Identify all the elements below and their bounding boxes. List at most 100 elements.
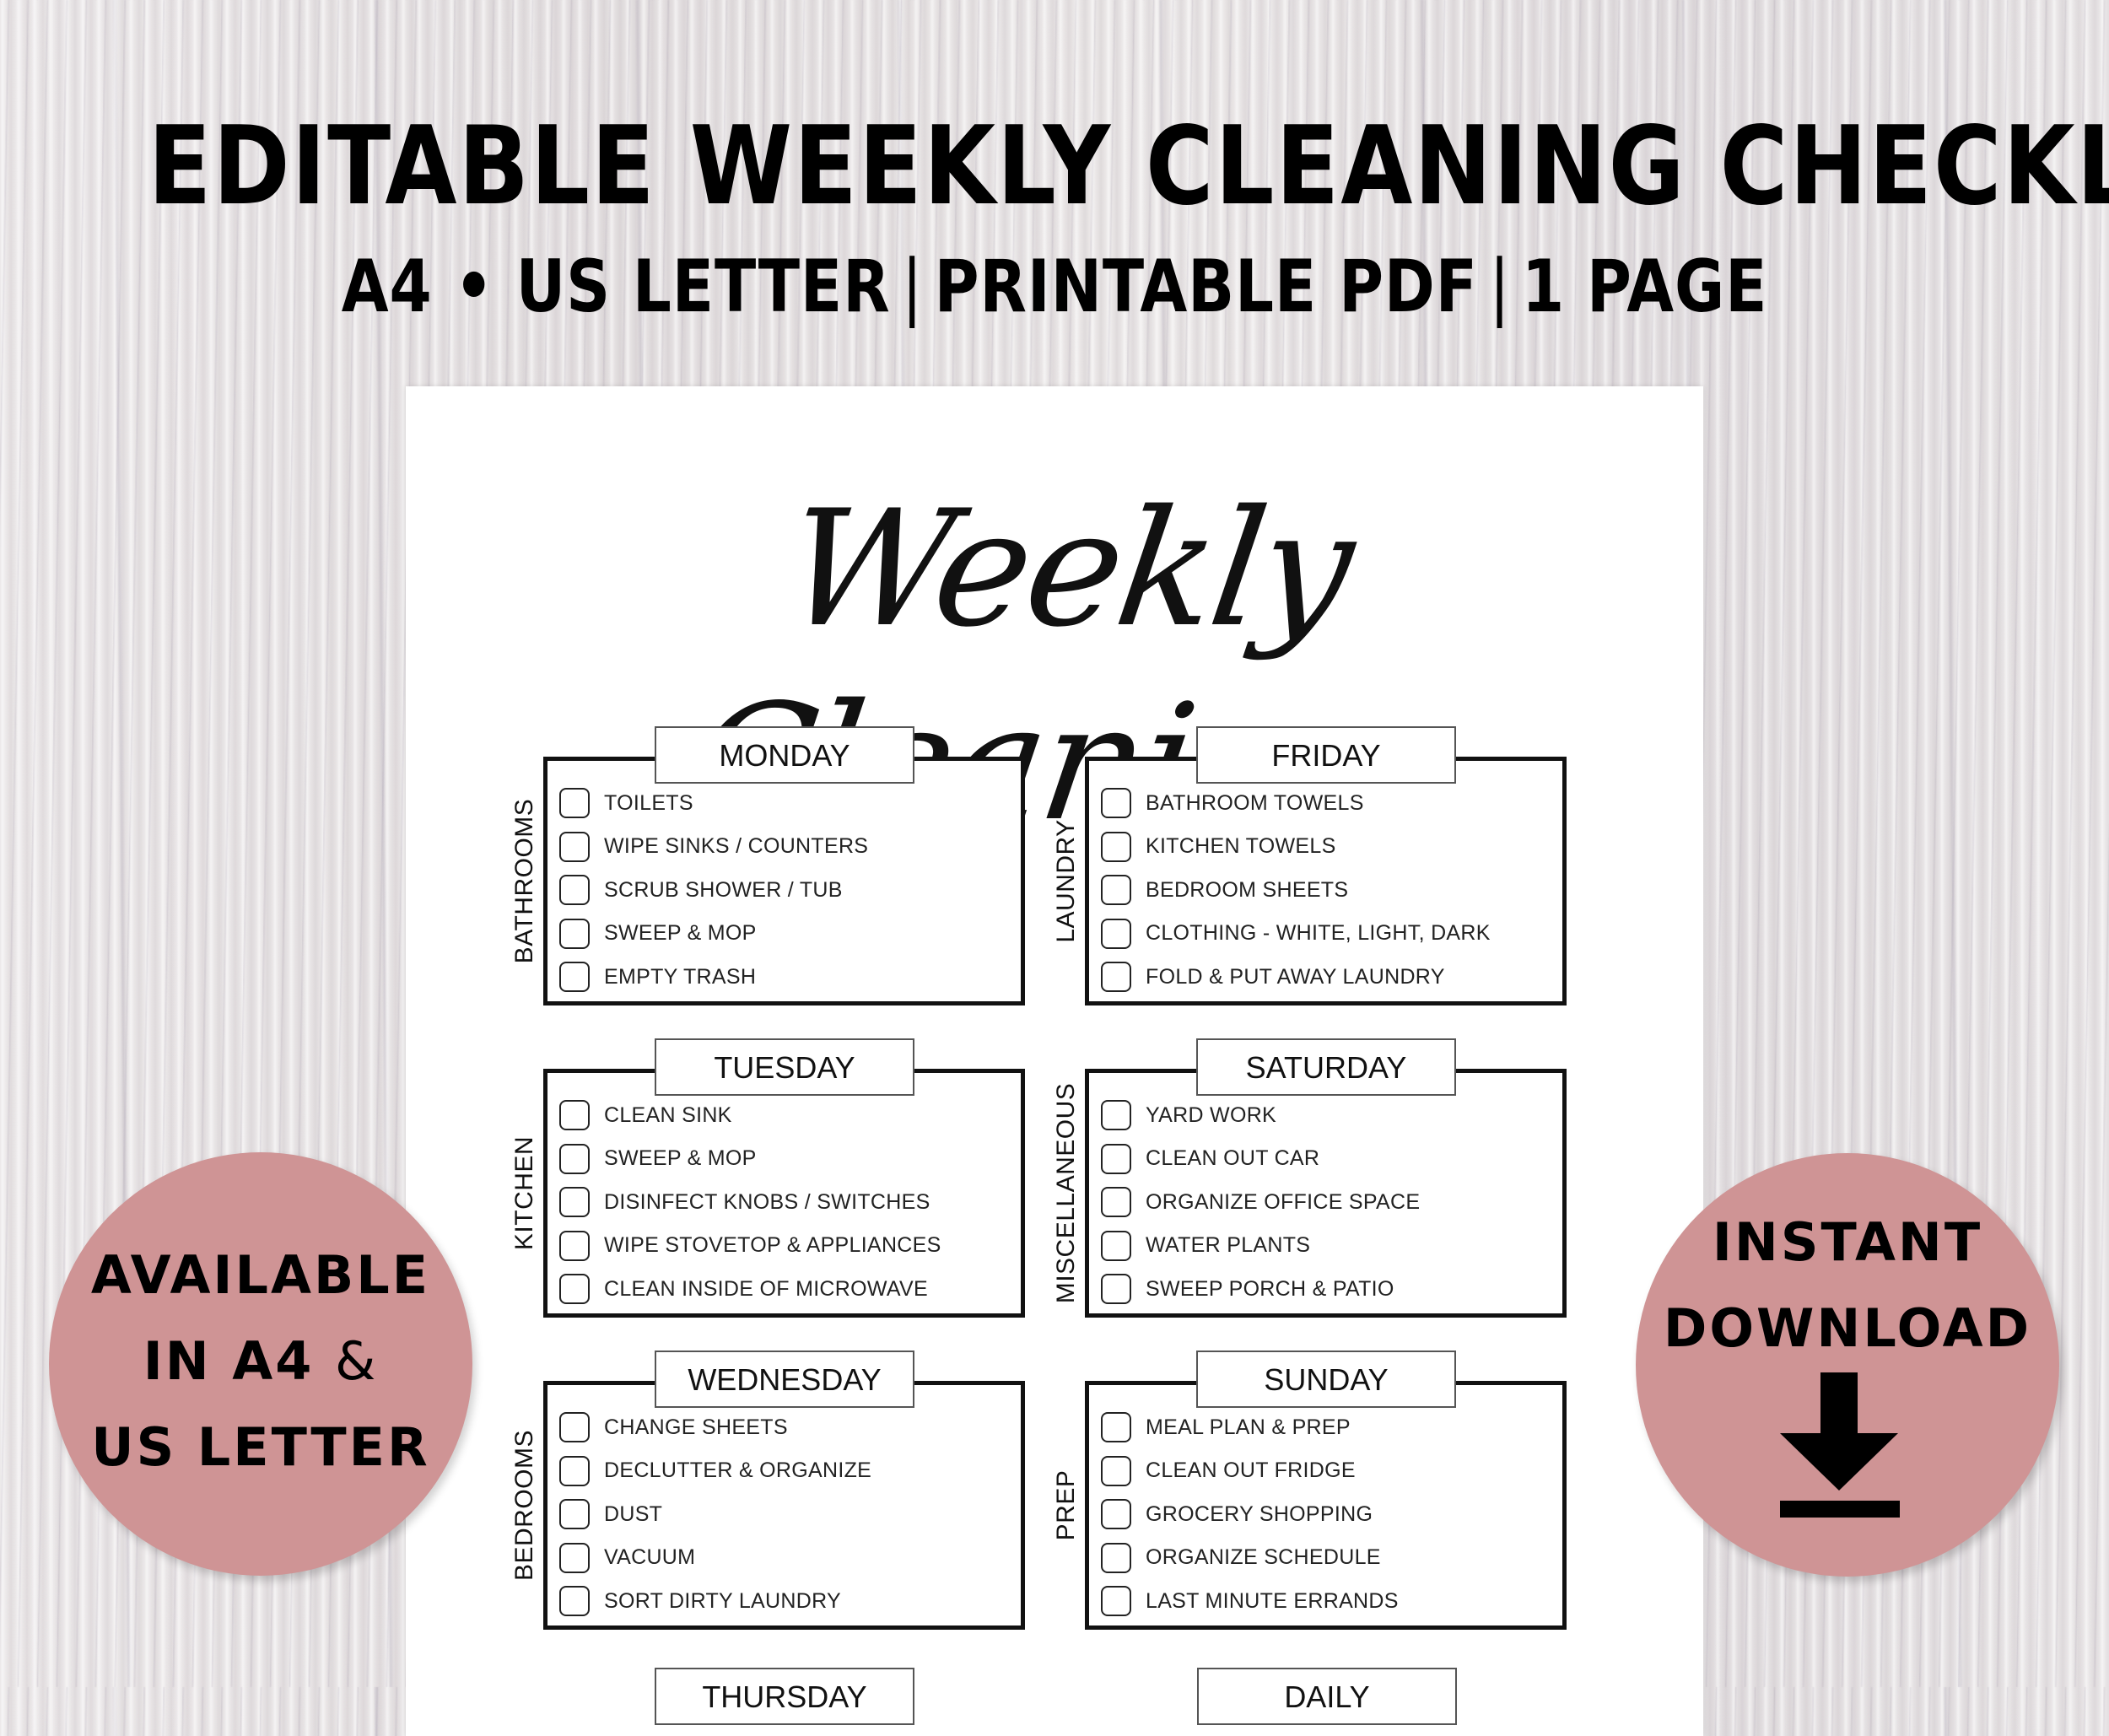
task-checkbox[interactable] [1101,875,1131,905]
task-checkbox[interactable] [1101,788,1131,818]
task-label: SWEEP & MOP [604,1146,757,1170]
task-checkbox[interactable] [1101,1187,1131,1217]
section-label: LAUNDRY [1052,819,1080,943]
badge-line: AVAILABLE [90,1244,431,1306]
task-item: WIPE SINKS / COUNTERS [559,830,868,864]
available-sizes-badge: AVAILABLE IN A4 & US LETTER [49,1152,472,1576]
task-label: SCRUB SHOWER / TUB [604,877,843,902]
task-checkbox[interactable] [559,875,590,905]
banner-subline: A4 • US LETTER | PRINTABLE PDF | 1 PAGE [169,245,1940,329]
task-item: VACUUM [559,1541,695,1575]
task-checkbox[interactable] [1101,1100,1131,1130]
task-item: KITCHEN TOWELS [1101,830,1336,864]
task-item: WATER PLANTS [1101,1229,1310,1263]
task-label: BATHROOM TOWELS [1146,790,1364,815]
task-checkbox[interactable] [559,1412,590,1442]
subline-separator: | [901,245,924,329]
task-item: FOLD & PUT AWAY LAUNDRY [1101,960,1445,994]
section-label: PREP [1052,1469,1080,1541]
task-checkbox[interactable] [1101,1230,1131,1261]
task-checkbox[interactable] [1101,1143,1131,1174]
day-tab-tuesday: TUESDAY [655,1038,914,1096]
task-checkbox[interactable] [1101,831,1131,862]
task-checkbox[interactable] [1101,918,1131,949]
task-item: BEDROOM SHEETS [1101,873,1348,907]
task-label: CLOTHING - WHITE, LIGHT, DARK [1146,921,1491,945]
task-checkbox[interactable] [559,1230,590,1261]
task-label: WATER PLANTS [1146,1233,1311,1257]
section-label: BEDROOMS [510,1429,538,1582]
badge-line: US LETTER [91,1416,430,1478]
task-checkbox[interactable] [1101,1274,1131,1304]
task-checkbox[interactable] [1101,1455,1131,1486]
task-checkbox[interactable] [559,831,590,862]
task-label: CLEAN OUT CAR [1146,1146,1320,1170]
task-checkbox[interactable] [559,1586,590,1616]
subline-format: PRINTABLE PDF [934,245,1478,329]
task-checkbox[interactable] [559,1274,590,1304]
task-item: SORT DIRTY LAUNDRY [559,1584,841,1618]
day-tab-friday: FRIDAY [1196,726,1456,784]
section-label: KITCHEN [510,1135,538,1251]
task-item: MEAL PLAN & PREP [1101,1410,1351,1444]
task-checkbox[interactable] [559,1542,590,1573]
task-checkbox[interactable] [559,788,590,818]
task-item: SWEEP & MOP [559,917,757,951]
task-label: WIPE SINKS / COUNTERS [604,834,869,858]
task-item: YARD WORK [1101,1098,1276,1132]
task-label: CLEAN SINK [604,1103,732,1127]
task-checkbox[interactable] [1101,1586,1131,1616]
task-checkbox[interactable] [559,1455,590,1486]
day-tab-daily: DAILY [1197,1668,1457,1725]
task-label: VACUUM [604,1545,696,1569]
day-tab-wednesday: WEDNESDAY [655,1351,914,1408]
badge-line: DOWNLOAD [1663,1297,2032,1359]
task-item: CHANGE SHEETS [559,1410,788,1444]
task-label: TOILETS [604,790,693,815]
task-checkbox[interactable] [559,1187,590,1217]
task-item: SCRUB SHOWER / TUB [559,873,843,907]
task-item: ORGANIZE OFFICE SPACE [1101,1185,1420,1219]
day-name: SUNDAY [1264,1362,1389,1397]
badge-line: IN A4 & [143,1330,379,1392]
task-label: SORT DIRTY LAUNDRY [604,1588,841,1613]
task-checkbox[interactable] [559,1100,590,1130]
task-item: CLOTHING - WHITE, LIGHT, DARK [1101,917,1491,951]
banner-headline: EDITABLE WEEKLY CLEANING CHECKLIST [148,104,2109,229]
task-label: WIPE STOVETOP & APPLIANCES [604,1233,941,1257]
day-name: WEDNESDAY [688,1362,882,1397]
task-checkbox[interactable] [559,1143,590,1174]
day-name: TUESDAY [714,1050,855,1085]
task-label: BEDROOM SHEETS [1146,877,1349,902]
task-item: WIPE STOVETOP & APPLIANCES [559,1229,941,1263]
day-tab-monday: MONDAY [655,726,914,784]
section-label: BATHROOMS [510,798,538,964]
instant-download-badge: INSTANT DOWNLOAD [1636,1153,2059,1577]
task-label: GROCERY SHOPPING [1146,1501,1373,1526]
day-name: SATURDAY [1245,1050,1407,1085]
task-label: DUST [604,1501,663,1526]
task-checkbox[interactable] [559,1499,590,1529]
task-label: CLEAN OUT FRIDGE [1146,1458,1356,1482]
task-item: CLEAN SINK [559,1098,732,1132]
task-checkbox[interactable] [1101,962,1131,992]
task-checkbox[interactable] [559,918,590,949]
task-checkbox[interactable] [1101,1412,1131,1442]
task-item: SWEEP PORCH & PATIO [1101,1272,1394,1306]
task-checkbox[interactable] [1101,1542,1131,1573]
day-name: FRIDAY [1271,738,1381,773]
task-label: CLEAN INSIDE OF MICROWAVE [604,1276,928,1301]
task-checkbox[interactable] [559,962,590,992]
task-label: DECLUTTER & ORGANIZE [604,1458,872,1482]
task-label: KITCHEN TOWELS [1146,834,1336,858]
section-label: MISCELLANEOUS [1052,1082,1080,1304]
task-label: SWEEP PORCH & PATIO [1146,1276,1394,1301]
task-item: SWEEP & MOP [559,1142,757,1176]
day-name: MONDAY [719,738,850,773]
task-item: CLEAN INSIDE OF MICROWAVE [559,1272,928,1306]
task-item: GROCERY SHOPPING [1101,1497,1373,1531]
task-item: LAST MINUTE ERRANDS [1101,1584,1399,1618]
task-label: YARD WORK [1146,1103,1277,1127]
task-checkbox[interactable] [1101,1499,1131,1529]
task-item: DISINFECT KNOBS / SWITCHES [559,1185,930,1219]
